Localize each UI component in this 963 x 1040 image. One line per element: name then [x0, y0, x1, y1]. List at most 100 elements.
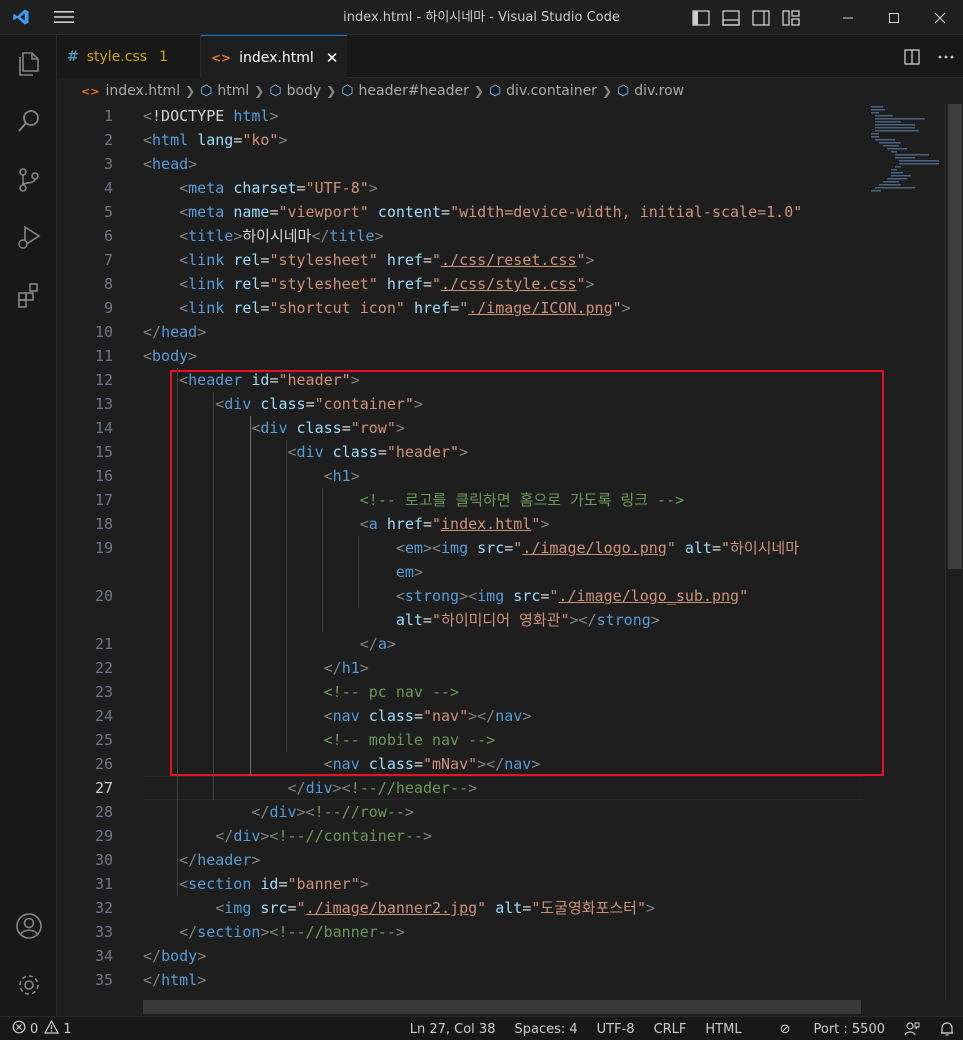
close-tab-icon[interactable]: ✕ — [326, 49, 339, 67]
code-line[interactable]: <header id="header"> — [143, 368, 360, 392]
indent-guide — [285, 440, 287, 752]
error-count: 0 — [30, 1021, 39, 1037]
code-line[interactable]: <!-- 로고를 클릭하면 홈으로 가도록 링크 --> — [143, 488, 684, 512]
breadcrumb-item-header[interactable]: ⬡ header#header — [341, 83, 469, 99]
line-number: 20 — [94, 587, 113, 605]
customize-layout-icon[interactable] — [779, 6, 803, 30]
line-number: 16 — [94, 467, 113, 485]
indentation[interactable]: Spaces: 4 — [514, 1022, 577, 1037]
breadcrumb-item-container[interactable]: ⬡ div.container — [489, 83, 597, 99]
vscode-logo-icon[interactable] — [0, 0, 42, 35]
problems-indicator[interactable]: 0 1 — [12, 1017, 72, 1040]
minimize-icon[interactable] — [825, 0, 871, 35]
encoding[interactable]: UTF-8 — [597, 1022, 635, 1037]
line-number: 26 — [94, 755, 113, 773]
code-line[interactable]: <html lang="ko"> — [143, 128, 288, 152]
split-editor-icon[interactable] — [895, 35, 929, 78]
code-line[interactable]: <strong><img src="./image/logo_sub.png" — [143, 584, 748, 608]
code-line[interactable]: </header> — [143, 848, 260, 872]
breadcrumb-item-row[interactable]: ⬡ div.row — [617, 83, 684, 99]
element-cube-icon: ⬡ — [269, 83, 282, 99]
code-line[interactable]: <link rel="stylesheet" href="./css/style… — [143, 272, 594, 296]
window-title: index.html - 하이시네마 - Visual Studio Code — [343, 10, 620, 25]
cursor-position[interactable]: Ln 27, Col 38 — [410, 1022, 496, 1037]
maximize-icon[interactable] — [871, 0, 917, 35]
code-line[interactable]: <title>하이시네마</title> — [143, 224, 383, 248]
extensions-icon[interactable] — [0, 271, 57, 319]
code-line[interactable]: <nav class="nav"></nav> — [143, 704, 532, 728]
line-number: 7 — [103, 251, 113, 269]
breadcrumb-item-html[interactable]: ⬡ html — [200, 83, 249, 99]
warning-count: 1 — [63, 1021, 72, 1037]
code-line[interactable]: <div class="row"> — [143, 416, 405, 440]
line-number: 6 — [103, 227, 113, 245]
code-line[interactable]: em> — [143, 560, 423, 584]
line-number: 19 — [94, 539, 113, 557]
code-line[interactable]: <!-- pc nav --> — [143, 680, 459, 704]
code-line[interactable]: <a href="index.html"> — [143, 512, 550, 536]
horizontal-scrollbar-thumb[interactable] — [143, 1000, 861, 1014]
code-editor[interactable]: 1 2 3 4 5 6 7 8 9 10 11 12 13 14 15 16 17 18 19 20 21 22 23 24 2… — [57, 104, 963, 1000]
breadcrumb-item-body[interactable]: ⬡ body — [269, 83, 321, 99]
code-line[interactable]: <meta name="viewport" content="width=dev… — [143, 200, 802, 224]
breadcrumb-item-file[interactable]: <> index.html — [81, 83, 180, 99]
run-debug-icon[interactable] — [0, 213, 57, 261]
code-line[interactable]: </html> — [143, 968, 206, 992]
close-window-icon[interactable] — [917, 0, 963, 35]
indent-guide — [249, 416, 251, 776]
code-line[interactable]: </section><!--//banner--> — [143, 920, 405, 944]
code-line[interactable]: <body> — [143, 344, 197, 368]
code-line[interactable]: </div><!--//header--> — [143, 776, 478, 800]
vertical-scrollbar-thumb[interactable] — [948, 104, 962, 569]
code-line[interactable]: </body> — [143, 944, 206, 968]
language-mode[interactable]: HTML — [705, 1022, 741, 1037]
indent-guide — [358, 536, 360, 608]
settings-gear-icon[interactable] — [0, 961, 57, 1009]
more-actions-icon[interactable] — [929, 35, 963, 78]
code-line[interactable]: <div class="header"> — [143, 440, 469, 464]
line-number: 30 — [94, 851, 113, 869]
code-line[interactable]: </head> — [143, 320, 206, 344]
code-line[interactable]: <!-- mobile nav --> — [143, 728, 496, 752]
live-server-port[interactable]: ⊘ Port : 5500 — [761, 1022, 885, 1037]
code-line[interactable]: <h1> — [143, 464, 360, 488]
code-line[interactable]: <nav class="mNav"></nav> — [143, 752, 541, 776]
source-control-icon[interactable] — [0, 156, 57, 204]
code-line[interactable]: </div><!--//row--> — [143, 800, 414, 824]
code-line[interactable]: <head> — [143, 152, 197, 176]
line-number: 9 — [103, 299, 113, 317]
code-line[interactable]: <em><img src="./image/logo.png" alt="하이시… — [143, 536, 799, 560]
menu-icon[interactable] — [42, 0, 86, 35]
code-line[interactable]: <link rel="shortcut icon" href="./image/… — [143, 296, 631, 320]
code-line[interactable]: <link rel="stylesheet" href="./css/reset… — [143, 248, 594, 272]
code-line[interactable]: <div class="container"> — [143, 392, 423, 416]
search-icon[interactable] — [0, 97, 57, 145]
line-number: 29 — [94, 827, 113, 845]
code-line[interactable]: <img src="./image/banner2.jpg" alt="도굴영화… — [143, 896, 655, 920]
code-line[interactable]: <!DOCTYPE html> — [143, 104, 278, 128]
line-number: 25 — [94, 731, 113, 749]
minimap[interactable] — [863, 104, 945, 1000]
code-line[interactable]: </a> — [143, 632, 396, 656]
css-file-icon: # — [67, 48, 79, 65]
toggle-panel-icon[interactable] — [719, 6, 743, 30]
line-number: 3 — [103, 155, 113, 173]
code-text-area[interactable]: <!DOCTYPE html> <html lang="ko"> <head> <m… — [143, 104, 863, 1000]
toggle-sidebar-icon[interactable] — [689, 6, 713, 30]
code-line[interactable]: <meta charset="UTF-8"> — [143, 176, 378, 200]
tab-index-html[interactable]: <> index.html ✕ — [201, 35, 347, 79]
tab-style-css[interactable]: # style.css 1 — [57, 35, 201, 78]
end-of-line[interactable]: CRLF — [654, 1022, 687, 1037]
vertical-scrollbar[interactable] — [945, 104, 963, 1000]
element-cube-icon: ⬡ — [617, 83, 630, 99]
chevron-right-icon: ❯ — [326, 84, 337, 98]
explorer-icon[interactable] — [0, 40, 57, 88]
toggle-secondary-sidebar-icon[interactable] — [749, 6, 773, 30]
account-icon[interactable] — [0, 902, 57, 950]
code-line[interactable]: alt="하이미디어 영화관"></strong> — [143, 608, 660, 632]
code-line[interactable]: </div><!--//container--> — [143, 824, 432, 848]
feedback-icon[interactable] — [904, 1021, 920, 1037]
title-bar: index.html - 하이시네마 - Visual Studio Code — [0, 0, 963, 35]
html-file-icon: <> — [81, 84, 100, 98]
notifications-bell-icon[interactable] — [939, 1021, 955, 1037]
